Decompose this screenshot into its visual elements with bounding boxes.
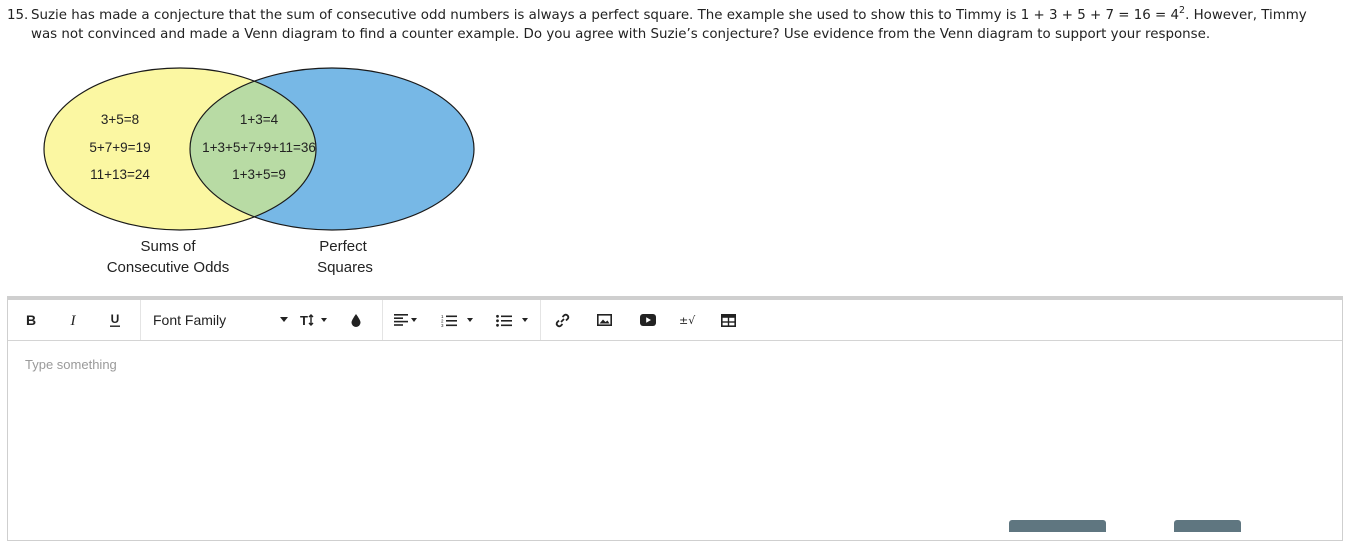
overlap-item-3: 1+3+5=9 (232, 167, 286, 182)
font-family-dropdown[interactable]: Font Family (153, 300, 288, 340)
svg-text:3: 3 (441, 323, 444, 327)
editor-placeholder: Type something (25, 357, 117, 372)
question-body: Suzie has made a conjecture that the sum… (31, 6, 1327, 44)
answer-editor: B I U Font Family T 123 ±√ Type somethin… (7, 296, 1343, 541)
question-line1: Suzie has made a conjecture that the sum… (31, 8, 1180, 23)
left-item-1: 3+5=8 (101, 112, 139, 127)
left-item-2: 5+7+9=19 (89, 140, 150, 155)
venn-diagram: 3+5=8 5+7+9=19 11+13=24 1+3=4 1+3+5+7+9+… (43, 67, 475, 276)
video-icon[interactable] (634, 300, 662, 340)
bottom-button-left[interactable] (1009, 520, 1106, 532)
left-item-3: 11+13=24 (90, 167, 150, 182)
editor-content-area[interactable]: Type something (8, 341, 1342, 539)
link-icon[interactable] (548, 300, 576, 340)
align-icon[interactable] (390, 300, 420, 340)
overlap-item-1: 1+3=4 (240, 112, 279, 127)
underline-icon[interactable]: U (104, 300, 126, 340)
editor-toolbar: B I U Font Family T 123 ±√ (8, 300, 1342, 341)
question-number: 15. (7, 8, 29, 23)
bold-icon[interactable]: B (20, 300, 42, 340)
text-size-icon[interactable]: T (298, 300, 328, 340)
right-label-line2: Squares (317, 259, 373, 276)
question-text: 15. Suzie has made a conjecture that the… (7, 6, 1327, 44)
svg-text:T: T (300, 313, 308, 327)
question-line1-end: . However, Timmy (1185, 8, 1307, 23)
chevron-down-icon (280, 317, 288, 322)
question-line2: was not convinced and made a Venn diagra… (31, 27, 1211, 42)
svg-text:B: B (26, 313, 36, 327)
unordered-list-icon[interactable] (490, 300, 534, 340)
left-label-line2: Consecutive Odds (107, 259, 230, 276)
table-icon[interactable] (714, 300, 742, 340)
ordered-list-icon[interactable]: 123 (436, 300, 478, 340)
text-color-icon[interactable] (345, 300, 367, 340)
math-icon[interactable]: ±√ (674, 300, 702, 340)
font-family-label: Font Family (153, 312, 227, 328)
svg-text:U: U (111, 312, 120, 326)
svg-text:I: I (70, 313, 77, 327)
italic-icon[interactable]: I (62, 300, 84, 340)
bottom-button-right[interactable] (1174, 520, 1241, 532)
svg-text:±√: ±√ (679, 314, 696, 327)
image-icon[interactable] (590, 300, 618, 340)
left-label-line1: Sums of (140, 238, 196, 255)
right-label-line1: Perfect (319, 238, 367, 255)
overlap-item-2: 1+3+5+7+9+11=36 (202, 140, 316, 155)
